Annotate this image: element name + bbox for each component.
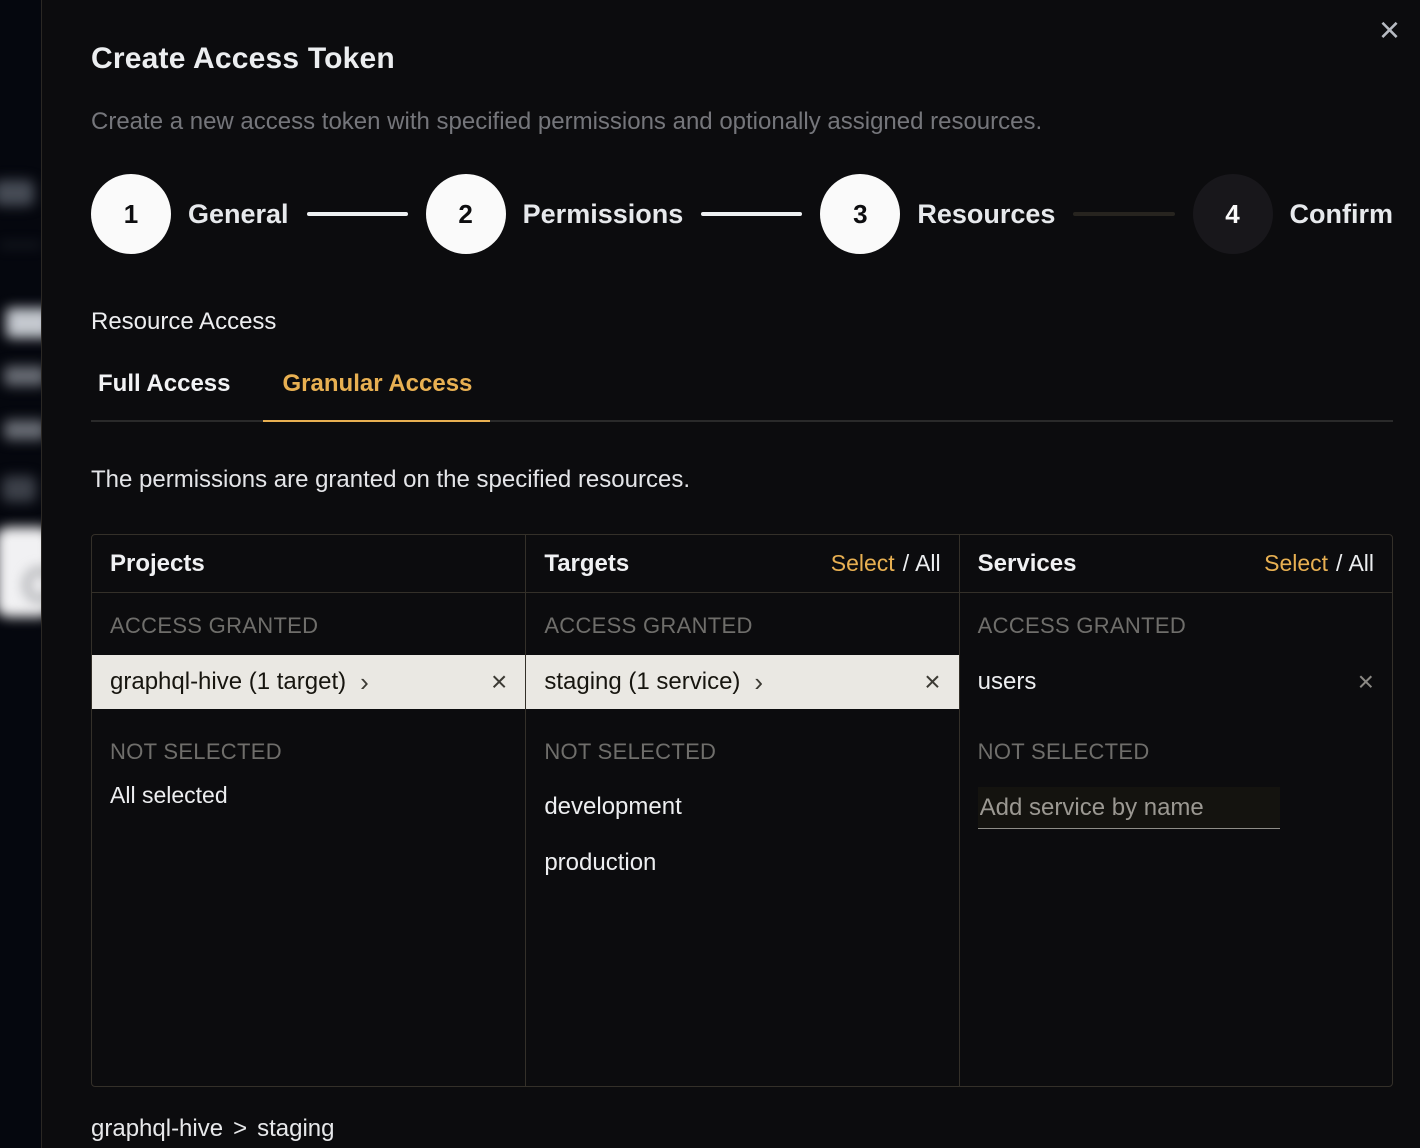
step-label: Confirm (1290, 199, 1394, 230)
target-option-development[interactable]: development (526, 793, 958, 821)
granted-project-row[interactable]: graphql-hive (1 target) › × (92, 655, 525, 709)
wizard-stepper: 1 General 2 Permissions 3 Resources 4 Co… (91, 174, 1393, 254)
add-service-input[interactable] (978, 787, 1280, 829)
not-selected-label: NOT SELECTED (526, 739, 958, 765)
step-label: Permissions (523, 199, 684, 230)
targets-column-body: ACCESS GRANTED staging (1 service) › × N… (526, 593, 958, 877)
targets-select-link[interactable]: Select (831, 550, 895, 576)
services-select-link[interactable]: Select (1264, 550, 1328, 576)
blurred-icon (2, 476, 36, 502)
projects-column: Projects ACCESS GRANTED graphql-hive (1 … (92, 535, 525, 1086)
dialog-title: Create Access Token (91, 42, 1392, 76)
resource-access-heading: Resource Access (91, 308, 1392, 336)
step-permissions[interactable]: 2 Permissions (426, 174, 684, 254)
granular-access-description: The permissions are granted on the speci… (91, 466, 1392, 494)
services-select-all: Select /All (1264, 550, 1374, 577)
breadcrumb: graphql-hive > staging (91, 1115, 1392, 1143)
stepper-connector (307, 212, 408, 216)
blurred-nav-item (0, 180, 34, 206)
not-selected-label: NOT SELECTED (92, 739, 525, 765)
targets-all-link[interactable]: All (915, 550, 941, 576)
dialog-subtitle: Create a new access token with specified… (91, 108, 1392, 136)
step-number-circle: 4 (1193, 174, 1273, 254)
column-title: Targets (544, 550, 629, 578)
services-column-header: Services Select /All (960, 535, 1392, 593)
services-all-link[interactable]: All (1348, 550, 1374, 576)
tab-full-access[interactable]: Full Access (91, 370, 241, 420)
projects-column-body: ACCESS GRANTED graphql-hive (1 target) ›… (92, 593, 525, 809)
resources-table: Projects ACCESS GRANTED graphql-hive (1 … (91, 534, 1393, 1087)
close-icon[interactable]: × (1371, 8, 1408, 52)
chevron-right-icon: › (360, 669, 369, 695)
targets-column: Targets Select /All ACCESS GRANTED stagin… (525, 535, 958, 1086)
step-resources[interactable]: 3 Resources (820, 174, 1055, 254)
projects-column-header: Projects (92, 535, 525, 593)
all-selected-status: All selected (92, 782, 525, 809)
access-granted-label: ACCESS GRANTED (526, 613, 958, 639)
chevron-right-icon: › (754, 669, 763, 695)
tab-granular-access[interactable]: Granular Access (263, 370, 491, 420)
step-number-circle: 1 (91, 174, 171, 254)
services-column: Services Select /All ACCESS GRANTED users… (959, 535, 1392, 1086)
targets-select-all: Select /All (831, 550, 941, 577)
granted-target-label: staging (1 service) (544, 668, 740, 696)
granted-service-label: users (978, 668, 1037, 696)
remove-project-icon[interactable]: × (491, 668, 507, 696)
stepper-connector (1073, 212, 1174, 216)
access-granted-label: ACCESS GRANTED (960, 613, 1392, 639)
access-mode-tabs: Full Access Granular Access (91, 370, 1393, 422)
column-title: Services (978, 550, 1077, 578)
step-general[interactable]: 1 General (91, 174, 289, 254)
services-column-body: ACCESS GRANTED users × NOT SELECTED (960, 593, 1392, 829)
step-label: Resources (917, 199, 1055, 230)
select-all-separator: / (903, 550, 909, 576)
blurred-text (4, 366, 41, 386)
blurred-divider (0, 244, 41, 246)
step-confirm[interactable]: 4 Confirm (1193, 174, 1394, 254)
granted-target-row[interactable]: staging (1 service) › × (526, 655, 958, 709)
step-label: General (188, 199, 289, 230)
breadcrumb-project: graphql-hive (91, 1115, 223, 1142)
stepper-connector (701, 212, 802, 216)
select-all-separator: / (1336, 550, 1342, 576)
not-selected-label: NOT SELECTED (960, 739, 1392, 765)
granted-project-label: graphql-hive (1 target) (110, 668, 346, 696)
create-access-token-dialog: × Create Access Token Create a new acces… (41, 0, 1420, 1148)
blurred-text (4, 420, 41, 440)
target-option-production[interactable]: production (526, 849, 958, 877)
targets-column-header: Targets Select /All (526, 535, 958, 593)
column-title: Projects (110, 550, 205, 578)
remove-service-icon[interactable]: × (1358, 668, 1374, 696)
remove-target-icon[interactable]: × (924, 668, 940, 696)
step-number-circle: 3 (820, 174, 900, 254)
breadcrumb-target: staging (257, 1115, 334, 1142)
background-page-blurred (0, 0, 41, 1148)
breadcrumb-separator: > (233, 1115, 247, 1142)
step-number-circle: 2 (426, 174, 506, 254)
blurred-heading (6, 308, 41, 338)
access-granted-label: ACCESS GRANTED (92, 613, 525, 639)
granted-service-row: users × (960, 655, 1392, 709)
